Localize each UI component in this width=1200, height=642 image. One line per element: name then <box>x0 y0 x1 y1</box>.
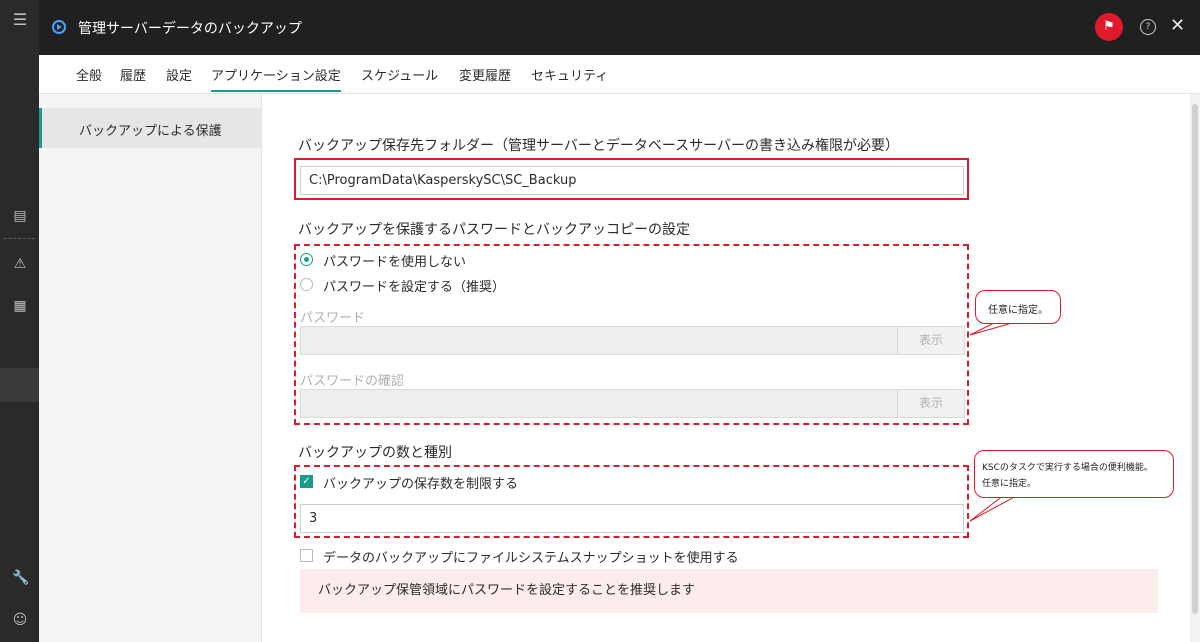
backup-folder-input[interactable]: C:\ProgramData\KasperskySC\SC_Backup <box>300 166 964 195</box>
tab-application-settings[interactable]: アプリケーション設定 <box>211 65 341 92</box>
limit-count-checkbox[interactable]: ✓ <box>300 475 313 488</box>
set-password-radio[interactable] <box>300 278 313 291</box>
dialog-title: 管理サーバーデータのバックアップ <box>78 21 302 37</box>
set-password-label: パスワードを設定する（推奨） <box>323 280 506 295</box>
tab-general[interactable]: 全般 <box>76 65 102 84</box>
menu-icon[interactable]: ☰ <box>12 12 28 28</box>
dialog-header: 管理サーバーデータのバックアップ ⚑ ? ✕ <box>39 0 1200 55</box>
confirm-password-input[interactable] <box>300 389 898 418</box>
password-recommendation-warning: バックアップ保管領域にパスワードを設定することを推奨します <box>300 569 1158 613</box>
tab-settings[interactable]: 設定 <box>166 65 192 84</box>
backup-folder-heading: バックアップ保存先フォルダー（管理サーバーとデータベースサーバーの書き込み権限が… <box>298 138 900 154</box>
alert-icon[interactable]: ⚠ <box>12 256 28 272</box>
no-password-radio[interactable] <box>300 253 313 266</box>
snapshot-checkbox[interactable] <box>300 549 313 562</box>
callout-2-line-2: 任意に指定。 <box>982 479 1037 489</box>
section-sidebar: バックアップによる保護 <box>39 94 262 642</box>
snapshot-label: データのバックアップにファイルシステムスナップショットを使用する <box>323 551 739 566</box>
no-password-label: パスワードを使用しない <box>323 255 467 270</box>
tab-history[interactable]: 履歴 <box>120 65 146 84</box>
tab-change-history[interactable]: 変更履歴 <box>459 65 511 84</box>
annotation-callout-1: 任意に指定。 <box>975 290 1061 324</box>
annotation-callout-2: KSCのタスクで実行する場合の便利機能。 任意に指定。 <box>974 450 1174 498</box>
server-icon[interactable]: ▤ <box>12 208 28 224</box>
password-section-heading: バックアップを保護するパスワードとバックアッコピーの設定 <box>298 222 690 238</box>
tab-schedule[interactable]: スケジュール <box>361 65 438 84</box>
password-label: パスワード <box>300 311 366 326</box>
limit-count-label: バックアップの保存数を制限する <box>323 477 519 492</box>
show-password-button[interactable]: 表示 <box>897 326 965 355</box>
callout-2-line-1: KSCのタスクで実行する場合の便利機能。 <box>982 463 1153 473</box>
confirm-password-label: パスワードの確認 <box>300 374 405 389</box>
tab-security[interactable]: セキュリティ <box>531 65 608 84</box>
wrench-icon[interactable]: 🔧 <box>12 570 29 586</box>
flag-icon[interactable]: ⚑ <box>1095 13 1123 41</box>
tree-icon[interactable]: ▦ <box>12 298 28 314</box>
count-section-heading: バックアップの数と種別 <box>298 445 452 461</box>
password-input[interactable] <box>300 326 898 355</box>
callout-1-text: 任意に指定。 <box>988 305 1048 316</box>
backup-count-input[interactable]: 3 <box>300 504 964 533</box>
left-rail: ☰ ▤ ⚠ ▦ 🔧 ☺ <box>0 0 39 642</box>
sidebar-item-label: バックアップによる保護 <box>79 124 222 139</box>
play-icon <box>52 20 66 34</box>
close-icon[interactable]: ✕ <box>1170 15 1185 36</box>
tab-bar: 全般 履歴 設定 アプリケーション設定 スケジュール 変更履歴 セキュリティ <box>39 55 1200 94</box>
rail-divider <box>4 238 35 239</box>
rail-selected-item[interactable] <box>0 368 39 402</box>
scrollbar-thumb[interactable] <box>1192 104 1198 614</box>
show-confirm-password-button[interactable]: 表示 <box>897 389 965 418</box>
sidebar-item-backup-protection[interactable]: バックアップによる保護 <box>39 108 261 148</box>
user-icon[interactable]: ☺ <box>12 612 28 628</box>
scrollbar[interactable] <box>1190 94 1200 642</box>
help-icon[interactable]: ? <box>1140 19 1156 35</box>
